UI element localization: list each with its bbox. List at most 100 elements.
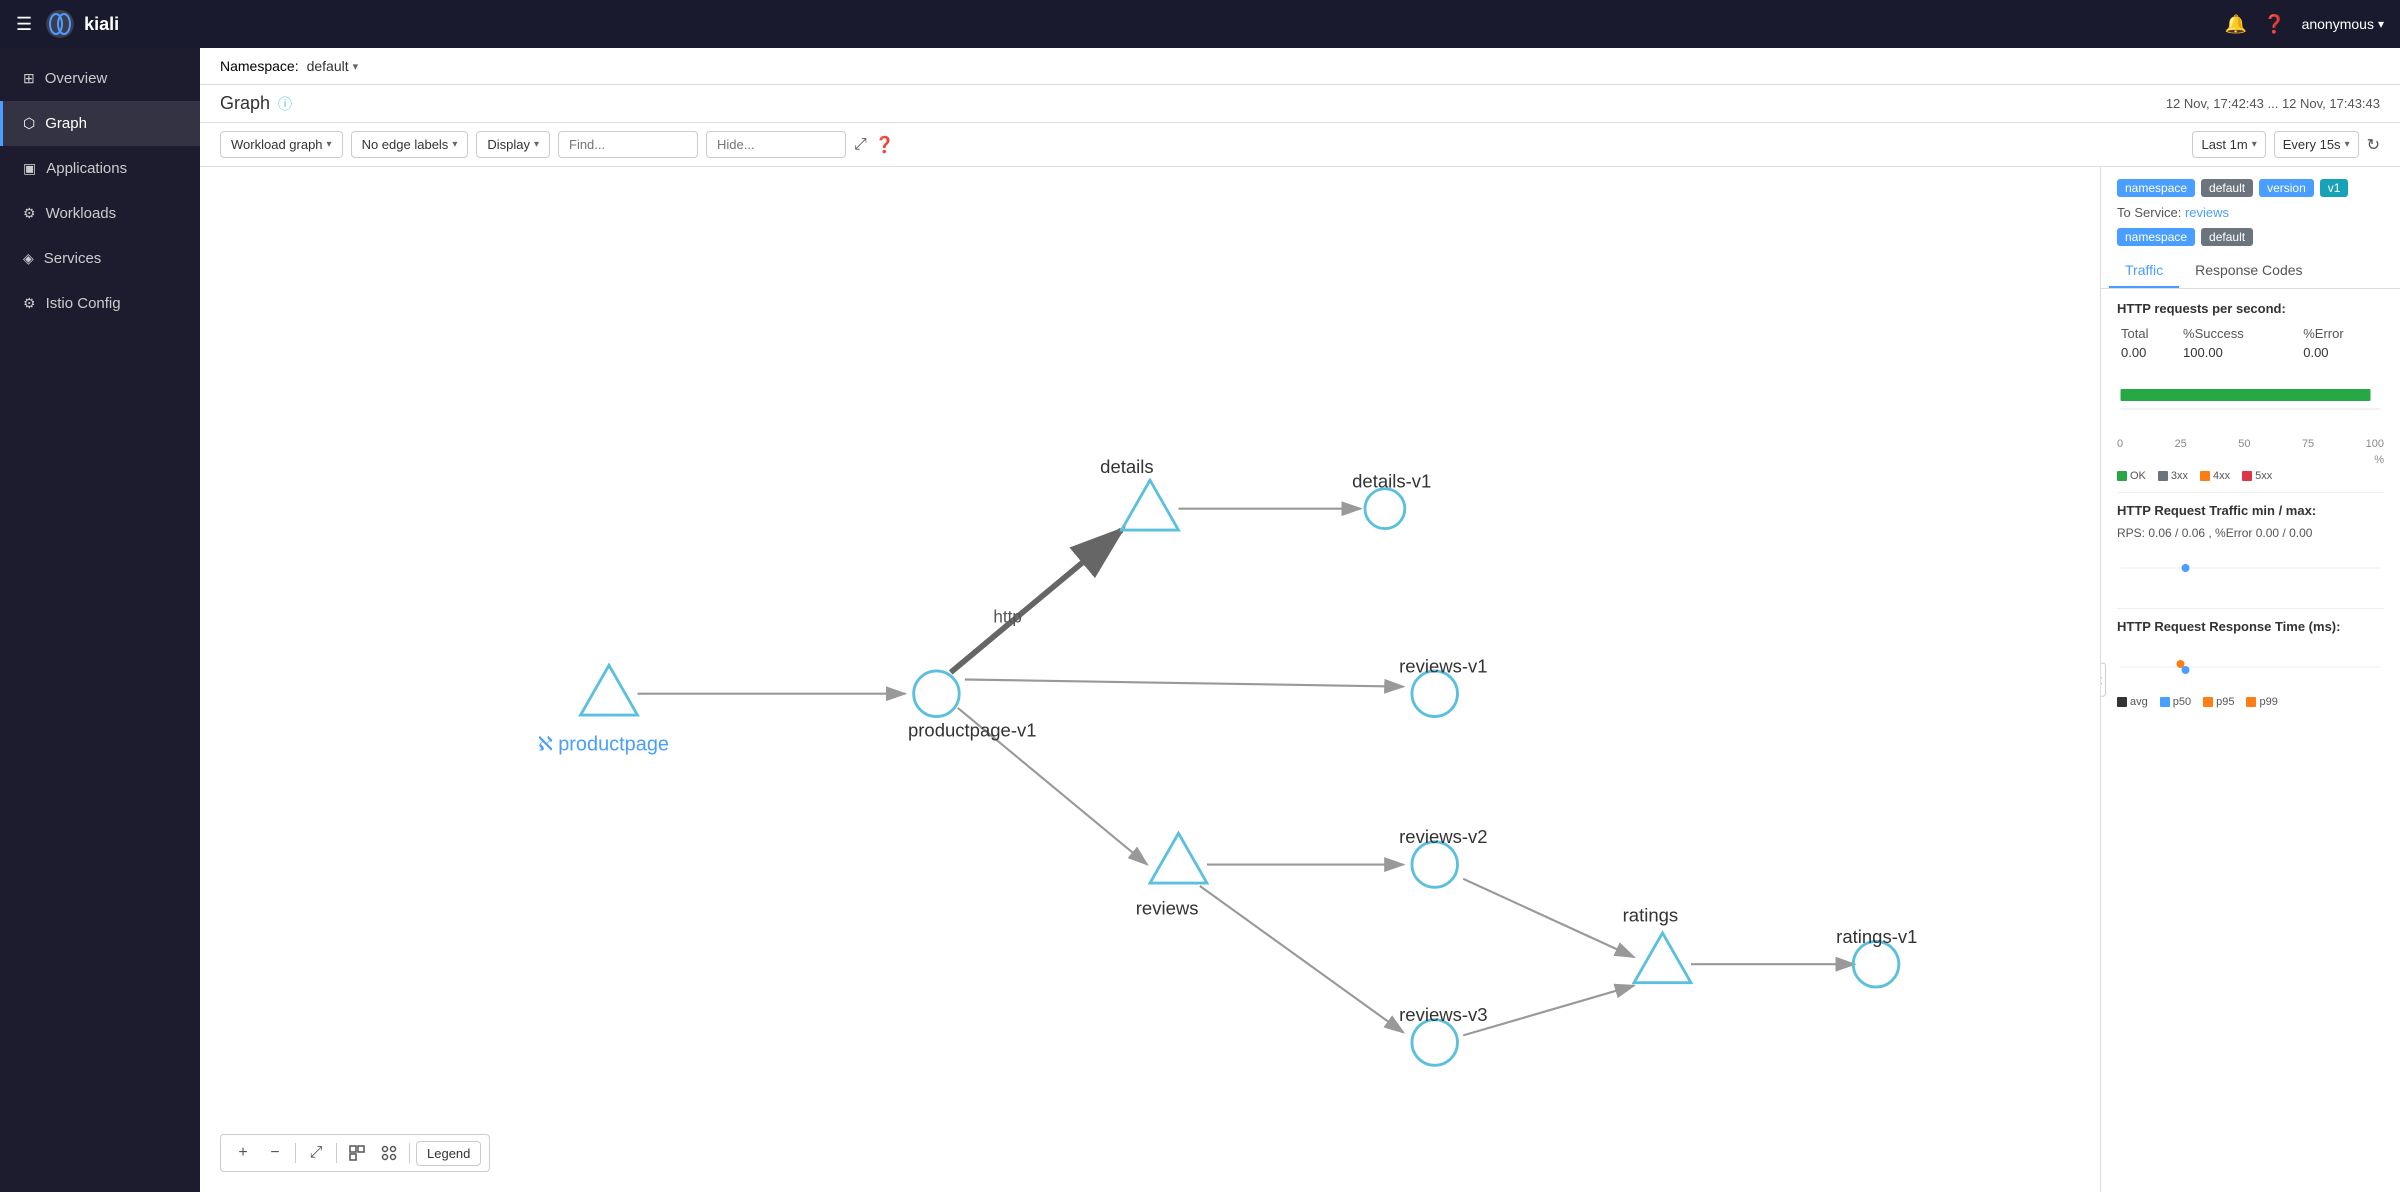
table-row: 0.00 100.00 0.00: [2117, 343, 2384, 362]
right-panel: Hide namespace default version v1 To Ser…: [2100, 167, 2400, 1192]
svg-text:ℵ productpage: ℵ productpage: [538, 734, 669, 756]
edge-labels-label: No edge labels: [362, 137, 449, 152]
sidebar-item-label: Services: [44, 250, 102, 267]
to-service-label: To Service:: [2117, 205, 2181, 220]
sidebar-item-label: Graph: [45, 115, 87, 132]
services-icon: ◈: [23, 250, 34, 267]
axis-50: 50: [2238, 438, 2250, 450]
page-content: Namespace: default ▾ Graph ⓘ 12 Nov, 17:…: [200, 48, 2400, 1192]
traffic-minmax-value: RPS: 0.06 / 0.06 , %Error 0.00 / 0.00: [2117, 526, 2384, 540]
rps-chart: [2117, 374, 2384, 434]
response-time-title: HTTP Request Response Time (ms):: [2117, 619, 2384, 634]
fullscreen-icon[interactable]: ⤢: [854, 136, 867, 154]
graph-area: http: [200, 167, 2400, 1192]
top-navigation: ☰ kiali 🔔 ❓ anonymous ▾: [0, 0, 2400, 48]
svg-text:reviews-v2: reviews-v2: [1399, 826, 1487, 847]
legend-button[interactable]: Legend: [416, 1141, 481, 1166]
zoom-in-button[interactable]: +: [229, 1139, 257, 1167]
legend-ok: OK: [2117, 470, 2146, 482]
tab-response-codes[interactable]: Response Codes: [2179, 254, 2318, 288]
http-rps-table: Total %Success %Error 0.00 100.00 0.00: [2117, 324, 2384, 362]
controls-divider-3: [409, 1143, 410, 1163]
workload-graph-label: Workload graph: [231, 137, 323, 152]
node-reviews-v3[interactable]: reviews-v3: [1399, 1004, 1487, 1065]
layout2-button[interactable]: [375, 1139, 403, 1167]
graph-canvas[interactable]: http: [200, 167, 2100, 1192]
brand-name: kiali: [84, 14, 119, 35]
response-time-legend: avg p50 p95 p99: [2117, 696, 2384, 708]
last-1m-select[interactable]: Last 1m ▾: [2192, 131, 2265, 158]
sidebar-item-workloads[interactable]: ⚙ Workloads: [0, 191, 200, 236]
table-header-success: %Success: [2179, 324, 2299, 343]
traffic-minmax-title: HTTP Request Traffic min / max:: [2117, 503, 2384, 518]
node-productpage[interactable]: ℵ productpage: [538, 665, 669, 755]
time-range-display: 12 Nov, 17:42:43 ... 12 Nov, 17:43:43: [2166, 96, 2380, 111]
edge-labels-button[interactable]: No edge labels ▾: [351, 131, 469, 158]
graph-title-row: Graph ⓘ 12 Nov, 17:42:43 ... 12 Nov, 17:…: [220, 93, 2380, 122]
top-actions: 🔔 ❓ anonymous ▾: [2225, 14, 2384, 35]
node-reviews[interactable]: reviews: [1136, 833, 1207, 918]
legend-3xx: 3xx: [2158, 470, 2188, 482]
node-reviews-v2[interactable]: reviews-v2: [1399, 826, 1487, 887]
brand-logo: kiali: [44, 8, 119, 40]
node-details-v1[interactable]: details-v1: [1352, 470, 1431, 528]
chart-legend: OK 3xx 4xx 5xx: [2117, 470, 2384, 482]
notifications-icon[interactable]: 🔔: [2225, 14, 2247, 35]
service-link[interactable]: reviews: [2185, 205, 2229, 220]
workload-graph-arrow: ▾: [327, 139, 332, 150]
hamburger-menu[interactable]: ☰: [16, 14, 32, 35]
sidebar-item-istio-config[interactable]: ⚙ Istio Config: [0, 281, 200, 326]
namespace-selector[interactable]: default ▾: [307, 58, 359, 74]
layout1-icon: [349, 1145, 365, 1161]
refresh-icon[interactable]: ↻: [2367, 135, 2380, 155]
service-tag-namespace: namespace: [2117, 228, 2195, 246]
sidebar-item-label: Workloads: [46, 205, 117, 222]
graph-controls: + − ⤢ Legend: [220, 1134, 490, 1172]
svg-text:productpage-v1: productpage-v1: [908, 719, 1037, 740]
sidebar-item-services[interactable]: ◈ Services: [0, 236, 200, 281]
fit-graph-button[interactable]: ⤢: [302, 1139, 330, 1167]
layout1-button[interactable]: [343, 1139, 371, 1167]
find-input[interactable]: [558, 131, 698, 158]
graph-help-icon[interactable]: ⓘ: [278, 94, 292, 114]
hide-input[interactable]: [706, 131, 846, 158]
node-ratings-v1[interactable]: ratings-v1: [1836, 926, 1917, 987]
legend-3xx-label: 3xx: [2171, 470, 2188, 482]
node-details[interactable]: details: [1100, 456, 1178, 530]
graph-svg: http: [200, 167, 2100, 1192]
response-time-svg: [2117, 642, 2384, 692]
svg-text:ratings-v1: ratings-v1: [1836, 926, 1917, 947]
tag-default: default: [2201, 179, 2253, 197]
chart-unit: %: [2117, 454, 2384, 466]
istio-config-icon: ⚙: [23, 295, 36, 312]
applications-icon: ▣: [23, 160, 36, 177]
hide-panel-button[interactable]: Hide: [2100, 662, 2106, 697]
workload-graph-button[interactable]: Workload graph ▾: [220, 131, 343, 158]
legend-p99: p99: [2246, 696, 2277, 708]
every-15s-select[interactable]: Every 15s ▾: [2274, 131, 2359, 158]
service-tags: namespace default: [2101, 228, 2400, 254]
help-icon[interactable]: ❓: [2263, 14, 2285, 35]
legend-5xx-label: 5xx: [2255, 470, 2272, 482]
sidebar-item-overview[interactable]: ⊞ Overview: [0, 56, 200, 101]
sidebar-item-graph[interactable]: ⬡ Graph: [0, 101, 200, 146]
display-button[interactable]: Display ▾: [476, 131, 550, 158]
toolbar-help-icon[interactable]: ❓: [875, 135, 895, 155]
svg-text:ratings: ratings: [1623, 905, 1679, 926]
node-ratings[interactable]: ratings: [1623, 905, 1691, 983]
legend-p50: p50: [2160, 696, 2191, 708]
svg-text:reviews-v1: reviews-v1: [1399, 655, 1487, 676]
node-reviews-v1[interactable]: reviews-v1: [1399, 655, 1487, 716]
legend-p95-label: p95: [2216, 696, 2234, 708]
table-header-total: Total: [2117, 324, 2179, 343]
minmax-chart-svg: [2117, 548, 2384, 588]
tab-traffic[interactable]: Traffic: [2109, 254, 2179, 288]
sidebar-item-applications[interactable]: ▣ Applications: [0, 146, 200, 191]
zoom-out-button[interactable]: −: [261, 1139, 289, 1167]
legend-3xx-dot: [2158, 471, 2168, 481]
user-menu[interactable]: anonymous ▾: [2302, 16, 2384, 32]
edge-labels-arrow: ▾: [452, 139, 457, 150]
legend-p50-dot: [2160, 697, 2170, 707]
main-layout: ⊞ Overview ⬡ Graph ▣ Applications ⚙ Work…: [0, 48, 2400, 1192]
legend-avg-dot: [2117, 697, 2127, 707]
